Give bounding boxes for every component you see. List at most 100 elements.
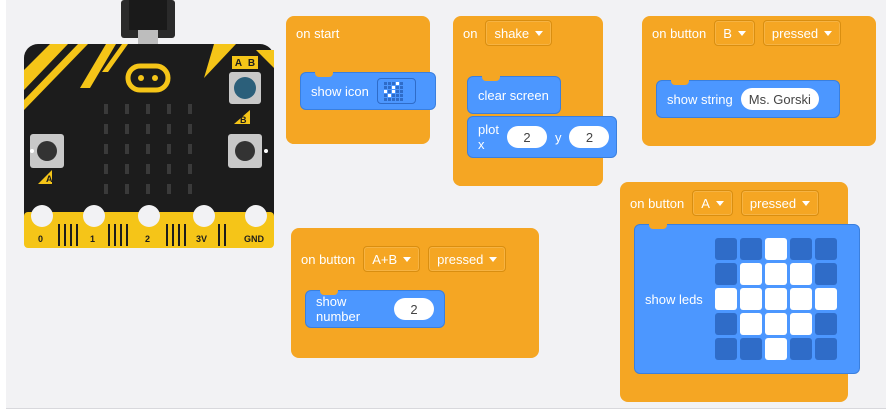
on-start-block[interactable]: on start show icon — [286, 16, 436, 144]
show-number-label: show number — [316, 294, 361, 324]
chevron-down-icon — [535, 30, 544, 36]
plot-label: plot x — [478, 122, 499, 152]
pin-label-1: 1 — [90, 234, 96, 244]
on-start-hat: on start — [286, 16, 349, 50]
microbit-simulator[interactable]: A B A B 0 1 2 3V GND — [24, 0, 274, 250]
button-b-value: B — [723, 25, 732, 41]
show-icon-block[interactable]: show icon — [300, 72, 436, 110]
on-button-b-label: on button — [652, 25, 707, 41]
block-notch — [320, 290, 338, 295]
led-cell[interactable] — [789, 338, 812, 360]
on-button-a-block[interactable]: on button A pressed show leds — [620, 182, 860, 402]
pin-label-3v: 3V — [196, 234, 208, 244]
plot-block[interactable]: plot x 2 y 2 — [467, 116, 617, 158]
on-button-ab-block[interactable]: on button A+B pressed show number 2 — [291, 228, 539, 358]
led-cell[interactable] — [814, 263, 837, 285]
clear-screen-block[interactable]: clear screen — [467, 76, 561, 114]
led-cell[interactable] — [714, 238, 737, 260]
led-cell[interactable] — [714, 338, 737, 360]
led-cell[interactable] — [789, 288, 812, 310]
block-notch — [671, 80, 689, 85]
led-cell[interactable] — [789, 313, 812, 335]
svg-text:B: B — [248, 58, 255, 69]
icon-picker-dropdown[interactable] — [376, 78, 416, 104]
microbit-board-graphic: A B A B — [24, 0, 274, 248]
on-button-ab-label: on button — [301, 251, 356, 267]
led-cell[interactable] — [714, 313, 737, 335]
on-button-a-label: on button — [630, 195, 685, 211]
event-a-dropdown[interactable]: pressed — [740, 190, 820, 216]
svg-text:A: A — [46, 174, 53, 184]
button-b-dropdown[interactable]: B — [714, 20, 755, 46]
led-cell[interactable] — [739, 338, 762, 360]
led-cell[interactable] — [814, 238, 837, 260]
event-a-value: pressed — [749, 195, 797, 211]
on-shake-label: on — [463, 25, 478, 41]
plot-y-input[interactable]: 2 — [569, 126, 610, 148]
show-leds-label: show leds — [645, 291, 703, 307]
on-button-ab-hat: on button A+B pressed — [291, 242, 516, 276]
chevron-down-icon — [489, 256, 498, 262]
clear-screen-label: clear screen — [478, 87, 549, 103]
plot-x-input[interactable]: 2 — [506, 126, 547, 148]
chevron-down-icon — [824, 30, 833, 36]
show-number-input[interactable]: 2 — [394, 298, 434, 320]
on-start-footer — [286, 120, 346, 144]
led-cell[interactable] — [714, 263, 737, 285]
show-number-block[interactable]: show number 2 — [305, 290, 445, 328]
gesture-value: shake — [494, 25, 530, 41]
led-cell[interactable] — [714, 288, 737, 310]
svg-text:B: B — [240, 115, 247, 125]
button-ab-value: A+B — [372, 251, 398, 267]
block-notch — [649, 224, 667, 229]
event-ab-value: pressed — [437, 251, 484, 267]
button-a-value: A — [701, 195, 710, 211]
plot-y-label: y — [554, 129, 562, 145]
event-ab-dropdown[interactable]: pressed — [428, 246, 507, 272]
block-notch — [482, 76, 500, 81]
show-leds-block[interactable]: show leds — [634, 224, 860, 374]
button-a-dropdown[interactable]: A — [692, 190, 733, 216]
pin-label-0: 0 — [38, 234, 44, 244]
on-shake-hat: on shake — [453, 16, 562, 50]
led-cell[interactable] — [789, 263, 812, 285]
led-cell[interactable] — [764, 263, 787, 285]
event-b-value: pressed — [771, 25, 819, 41]
led-cell[interactable] — [739, 288, 762, 310]
on-button-b-hat: on button B pressed — [642, 16, 851, 50]
led-cell[interactable] — [764, 238, 787, 260]
chevron-down-icon — [715, 200, 724, 206]
on-shake-block[interactable]: on shake clear screen plot x 2 y 2 — [453, 16, 617, 186]
on-shake-footer — [453, 162, 603, 186]
led-cell[interactable] — [739, 263, 762, 285]
on-button-b-block[interactable]: on button B pressed show string Ms. Gors… — [642, 16, 876, 146]
code-workspace[interactable]: A B A B 0 1 2 3V GND on start show icon … — [6, 0, 886, 409]
chevron-down-icon — [802, 200, 811, 206]
event-b-dropdown[interactable]: pressed — [762, 20, 842, 46]
led-cell[interactable] — [814, 338, 837, 360]
led-cell[interactable] — [739, 238, 762, 260]
led-cell[interactable] — [739, 313, 762, 335]
led-cell[interactable] — [764, 288, 787, 310]
pin-label-2: 2 — [145, 234, 151, 244]
led-grid-editor[interactable] — [714, 238, 837, 360]
led-cell[interactable] — [764, 313, 787, 335]
led-cell[interactable] — [764, 338, 787, 360]
show-string-block[interactable]: show string Ms. Gorski — [656, 80, 840, 118]
button-ab-dropdown[interactable]: A+B — [363, 246, 421, 272]
show-icon-label: show icon — [311, 83, 369, 99]
led-cell[interactable] — [814, 313, 837, 335]
small-grid-icon — [383, 81, 403, 101]
chevron-down-icon — [403, 256, 412, 262]
on-button-a-hat: on button A pressed — [620, 186, 829, 220]
show-string-input[interactable]: Ms. Gorski — [740, 88, 819, 110]
show-string-label: show string — [667, 91, 733, 107]
led-cell[interactable] — [789, 238, 812, 260]
block-notch — [315, 72, 333, 77]
pin-label-gnd: GND — [244, 234, 264, 244]
on-start-label: on start — [296, 25, 340, 41]
chevron-down-icon — [737, 30, 746, 36]
led-cell[interactable] — [814, 288, 837, 310]
gesture-dropdown[interactable]: shake — [485, 20, 553, 46]
svg-text:A: A — [235, 58, 242, 69]
